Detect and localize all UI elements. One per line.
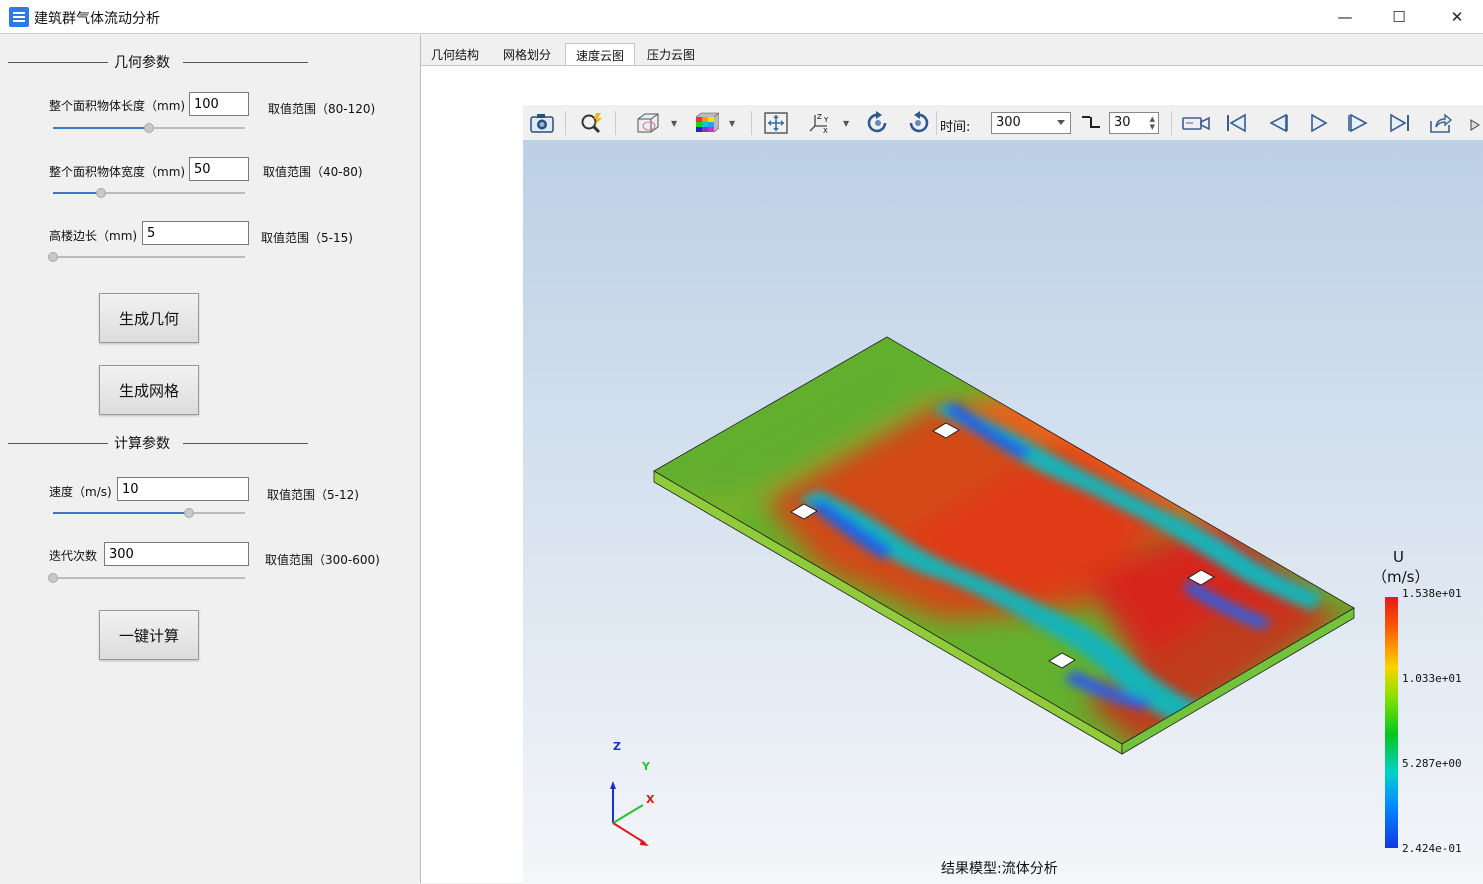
building-label: 高楼边长（mm) — [49, 229, 138, 243]
result-caption: 结果模型:流体分析 — [941, 861, 1058, 877]
play-icon[interactable] — [1303, 109, 1333, 137]
step-value: 30 — [1114, 115, 1131, 130]
time-select[interactable]: 300 — [991, 112, 1071, 134]
building-slider[interactable] — [48, 252, 245, 262]
record-icon[interactable] — [1179, 109, 1215, 137]
speed-input[interactable] — [117, 477, 249, 501]
length-range: 取值范围（80-120) — [268, 102, 376, 116]
viewer-toolbar: ▼ ▼ ZYX ▼ 时间: 300 30 ▲ ▼ — [523, 105, 1483, 141]
calc-group-header: 计算参数 — [8, 433, 308, 453]
speed-label: 速度（m/s) — [49, 485, 112, 499]
building-input[interactable] — [142, 221, 249, 245]
rotate-cw-icon[interactable] — [863, 109, 893, 137]
colormap-caret-icon[interactable]: ▼ — [729, 119, 735, 128]
triad-x-label: X — [646, 793, 655, 806]
iterations-slider[interactable] — [48, 573, 245, 583]
velocity-contour-plot — [610, 336, 1355, 846]
time-label: 时间: — [940, 120, 971, 135]
colormap-icon[interactable] — [691, 109, 721, 137]
fit-view-icon[interactable] — [761, 109, 791, 137]
export-icon[interactable] — [1425, 109, 1455, 137]
iterations-range: 取值范围（300-600) — [265, 553, 380, 567]
generate-geometry-button[interactable]: 生成几何 — [99, 293, 199, 343]
display-mode-caret-icon[interactable]: ▼ — [671, 119, 677, 128]
speed-range: 取值范围（5-12) — [267, 488, 359, 502]
colorbar-tick-3: 5.287e+00 — [1402, 757, 1462, 770]
iterations-label: 迭代次数 — [49, 549, 98, 563]
title-bar: 建筑群气体流动分析 — ☐ ✕ — [0, 0, 1483, 34]
first-frame-icon[interactable] — [1221, 109, 1251, 137]
tab-pressure[interactable]: 压力云图 — [637, 43, 705, 65]
iterations-input[interactable] — [104, 542, 249, 566]
length-label: 整个面积物体长度（mm) — [49, 99, 186, 113]
length-input[interactable] — [189, 92, 249, 116]
tab-velocity[interactable]: 速度云图 — [565, 43, 636, 65]
compute-button[interactable]: 一键计算 — [99, 610, 199, 660]
generate-mesh-button[interactable]: 生成网格 — [99, 365, 199, 415]
axis-triad — [610, 781, 649, 846]
colorbar-tick-min: 2.424e-01 — [1402, 842, 1462, 855]
svg-text:Y: Y — [823, 116, 829, 124]
width-label: 整个面积物体宽度（mm) — [49, 165, 186, 179]
colorbar-tick-max: 1.538e+01 — [1402, 587, 1462, 600]
axes-caret-icon[interactable]: ▼ — [843, 119, 849, 128]
step-icon — [1080, 112, 1102, 132]
window-title: 建筑群气体流动分析 — [34, 11, 160, 27]
colorbar-tick-2: 1.033e+01 — [1402, 672, 1462, 685]
axes-icon[interactable]: ZYX — [805, 109, 835, 137]
width-input[interactable] — [189, 157, 249, 181]
tab-mesh[interactable]: 网格划分 — [493, 43, 561, 65]
rotate-ccw-icon[interactable] — [903, 109, 933, 137]
triad-y-label: Y — [642, 760, 650, 773]
velocity-contour-view[interactable] — [523, 140, 1483, 884]
more-tools-icon[interactable] — [1467, 119, 1483, 131]
triad-z-label: Z — [613, 740, 621, 753]
time-value: 300 — [996, 115, 1021, 130]
last-frame-icon[interactable] — [1385, 109, 1415, 137]
minimize-icon[interactable]: — — [1322, 0, 1368, 34]
maximize-icon[interactable]: ☐ — [1376, 0, 1422, 34]
close-icon[interactable]: ✕ — [1434, 0, 1480, 34]
prev-frame-icon[interactable] — [1263, 109, 1293, 137]
camera-icon[interactable] — [527, 109, 557, 137]
svg-text:Z: Z — [817, 113, 822, 121]
zoom-icon[interactable] — [577, 109, 607, 137]
colorbar-title: U — [1393, 548, 1404, 566]
step-spinner[interactable]: 30 ▲ ▼ — [1109, 112, 1159, 134]
speed-slider[interactable] — [53, 508, 245, 518]
length-slider[interactable] — [53, 123, 245, 133]
width-range: 取值范围（40-80) — [263, 165, 363, 179]
result-tabs: 几何结构 网格划分 速度云图 压力云图 ▼ ▼ Z Y X ▼ 时间: 300 … — [421, 35, 1483, 884]
tab-geometry[interactable]: 几何结构 — [421, 43, 489, 65]
colorbar — [1385, 597, 1398, 848]
geometry-group-header: 几何参数 — [8, 52, 308, 72]
colorbar-unit: （m/s） — [1372, 568, 1430, 586]
app-icon — [9, 7, 29, 27]
width-slider[interactable] — [53, 188, 245, 198]
svg-text:X: X — [823, 127, 828, 135]
next-frame-icon[interactable] — [1343, 109, 1373, 137]
building-range: 取值范围（5-15) — [261, 231, 353, 245]
display-mode-icon[interactable] — [633, 109, 663, 137]
parameter-panel: 几何参数 整个面积物体长度（mm) 取值范围（80-120) 整个面积物体宽度（… — [0, 35, 421, 883]
velocity-pane: ▼ ▼ ZYX ▼ 时间: 300 30 ▲ ▼ — [421, 65, 1483, 884]
